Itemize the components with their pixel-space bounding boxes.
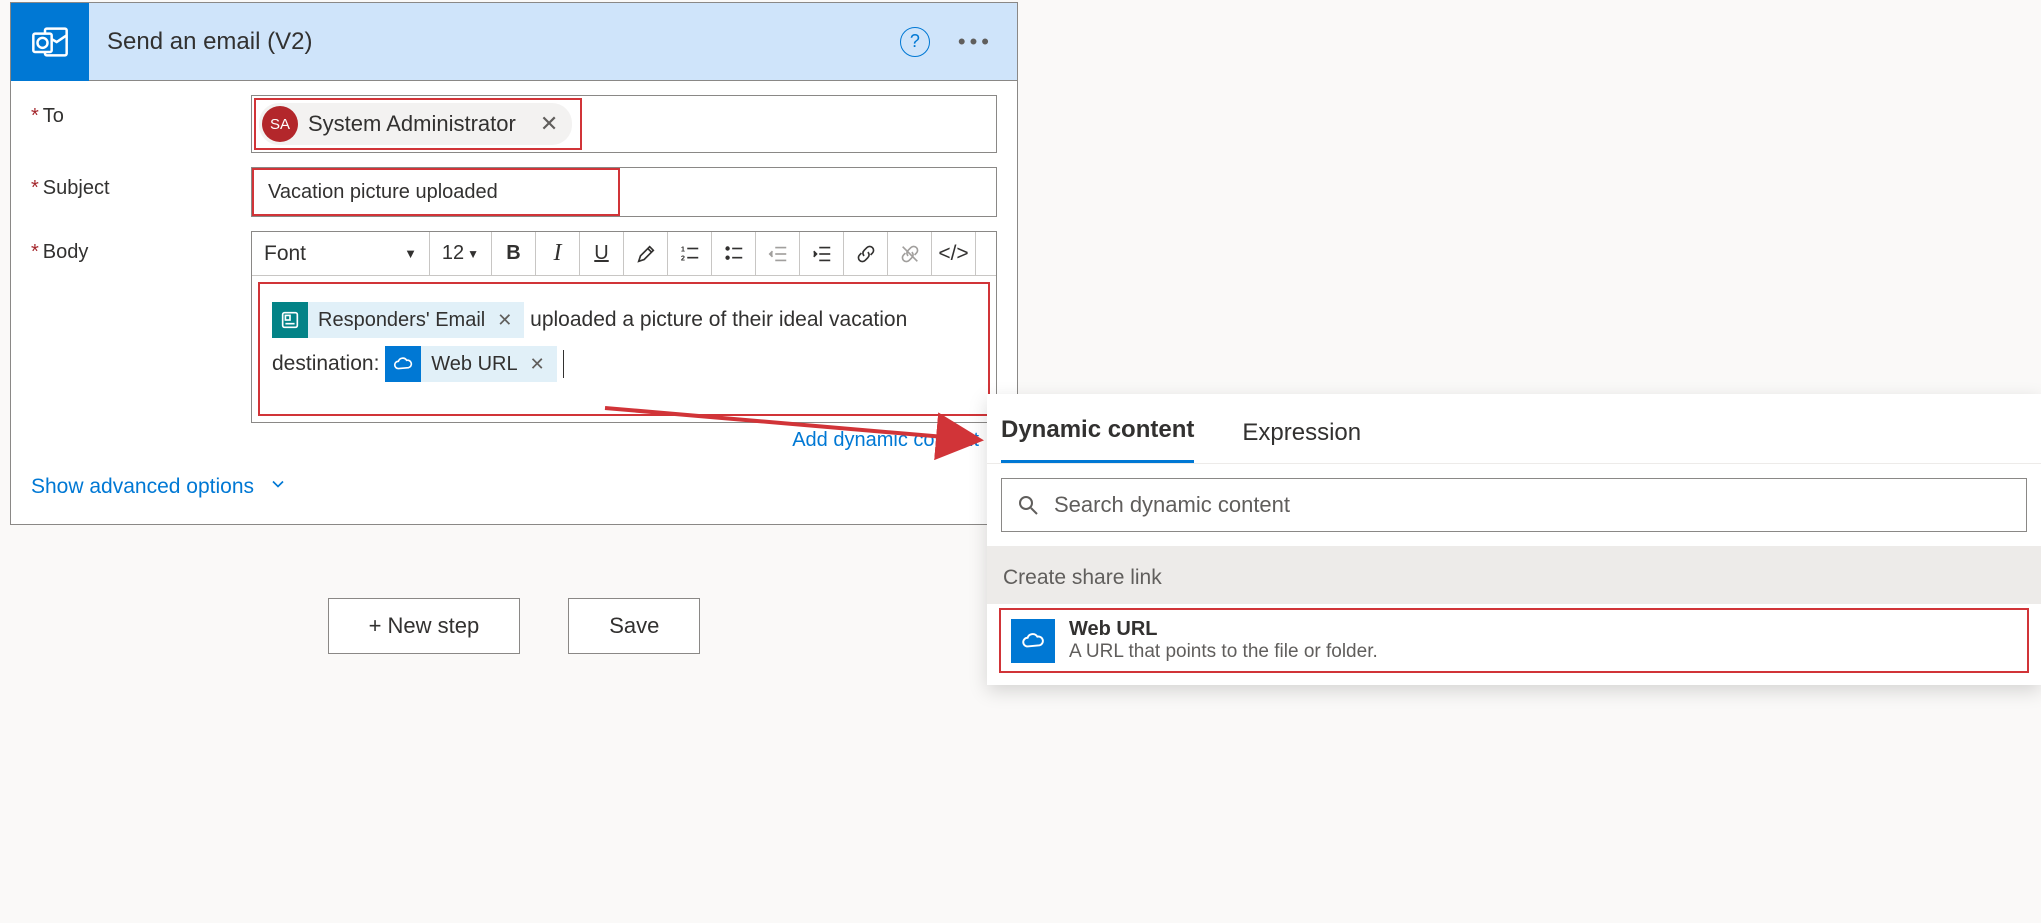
card-title: Send an email (V2) (89, 28, 900, 56)
outlook-icon (11, 3, 89, 81)
italic-button[interactable]: I (536, 232, 580, 275)
outdent-button[interactable] (756, 232, 800, 275)
svg-text:2: 2 (680, 253, 684, 262)
text-cursor (563, 350, 564, 378)
link-button[interactable] (844, 232, 888, 275)
tab-expression[interactable]: Expression (1242, 419, 1361, 463)
to-input[interactable]: SA System Administrator ✕ (251, 95, 997, 153)
onedrive-icon (385, 346, 421, 382)
subject-value: Vacation picture uploaded (252, 168, 620, 216)
dynamic-content-flyout: Dynamic content Expression Search dynami… (987, 394, 2041, 685)
svg-text:1: 1 (680, 244, 684, 253)
search-input[interactable]: Search dynamic content (1001, 478, 2027, 532)
rich-text-editor: Font▼ 12▼ B I U 12 (251, 231, 997, 423)
to-person-chip[interactable]: SA System Administrator ✕ (259, 103, 572, 145)
to-row: *To SA System Administrator ✕ (11, 81, 1017, 153)
chevron-down-icon (268, 474, 288, 500)
color-picker-button[interactable] (624, 232, 668, 275)
to-label: *To (31, 95, 251, 128)
search-placeholder: Search dynamic content (1054, 492, 1290, 518)
result-description: A URL that points to the file or folder. (1069, 641, 1378, 663)
remove-chip-icon[interactable]: ✕ (532, 111, 566, 137)
subject-label: *Subject (31, 167, 251, 200)
section-header: Create share link (987, 546, 2041, 604)
onedrive-icon (1011, 619, 1055, 663)
show-advanced-options[interactable]: Show advanced options (11, 456, 1017, 524)
font-size-select[interactable]: 12▼ (430, 232, 492, 275)
forms-icon (272, 302, 308, 338)
token-responders-email[interactable]: Responders' Email ✕ (272, 302, 524, 338)
help-icon[interactable]: ? (900, 27, 930, 57)
remove-token-icon[interactable]: ✕ (493, 304, 516, 336)
indent-button[interactable] (800, 232, 844, 275)
font-select[interactable]: Font▼ (252, 232, 430, 275)
code-view-button[interactable]: </> (932, 232, 976, 275)
result-title: Web URL (1069, 618, 1378, 641)
chip-name: System Administrator (308, 111, 516, 137)
numbered-list-button[interactable]: 12 (668, 232, 712, 275)
rte-toolbar: Font▼ 12▼ B I U 12 (252, 232, 996, 276)
bulleted-list-button[interactable] (712, 232, 756, 275)
save-button[interactable]: Save (568, 598, 700, 654)
send-email-card: Send an email (V2) ? ••• *To SA System A… (10, 2, 1018, 525)
avatar: SA (262, 106, 298, 142)
card-header[interactable]: Send an email (V2) ? ••• (11, 3, 1017, 81)
body-row: *Body Font▼ 12▼ B I U 12 (11, 217, 1017, 423)
new-step-button[interactable]: + New step (328, 598, 521, 654)
body-input[interactable]: Responders' Email ✕ uploaded a picture o… (252, 276, 996, 422)
body-label: *Body (31, 231, 251, 264)
subject-row: *Subject Vacation picture uploaded (11, 153, 1017, 217)
underline-button[interactable]: U (580, 232, 624, 275)
subject-input[interactable]: Vacation picture uploaded (251, 167, 997, 217)
token-web-url[interactable]: Web URL ✕ (385, 346, 556, 382)
step-buttons: + New step Save (10, 598, 1018, 654)
search-icon (1016, 493, 1040, 517)
bold-button[interactable]: B (492, 232, 536, 275)
more-icon[interactable]: ••• (958, 29, 993, 55)
add-dynamic-content-link[interactable]: Add dynamic content (11, 423, 1017, 456)
unlink-button[interactable] (888, 232, 932, 275)
flyout-tabs: Dynamic content Expression (987, 394, 2041, 464)
tab-dynamic-content[interactable]: Dynamic content (1001, 416, 1194, 463)
remove-token-icon[interactable]: ✕ (526, 348, 549, 380)
result-web-url[interactable]: Web URL A URL that points to the file or… (999, 608, 2029, 673)
